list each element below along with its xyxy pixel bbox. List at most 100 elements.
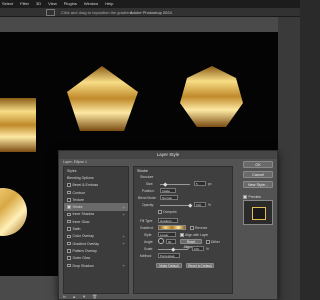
opacity-slider[interactable]: [160, 205, 190, 206]
scale-input[interactable]: 100: [192, 246, 204, 251]
add-effect-icon[interactable]: +: [123, 263, 125, 268]
up-arrow-icon[interactable]: ▲: [72, 294, 76, 299]
reverse-checkbox[interactable]: [190, 226, 194, 230]
effect-label: Color Overlay: [72, 234, 94, 239]
blend-mode-label: Blend Mode:: [138, 196, 157, 200]
layer-name: Layer: Ellipse 1: [63, 160, 87, 164]
effect-label: Satin: [72, 227, 81, 232]
heptagon-shape[interactable]: [180, 66, 243, 127]
effect-label: Drop Shadow: [72, 263, 94, 268]
effect-item-gradient-overlay[interactable]: Gradient Overlay +: [64, 240, 128, 247]
gradient-swatch[interactable]: [158, 225, 186, 230]
angle-input[interactable]: 90: [166, 239, 176, 244]
preview-swatch: [252, 207, 266, 220]
opacity-unit: %: [208, 203, 211, 207]
effect-item-stroke[interactable]: Stroke +: [64, 203, 128, 211]
effect-checkbox[interactable]: [67, 212, 71, 217]
scale-slider-knob[interactable]: [171, 247, 176, 252]
pentagon-shape[interactable]: [67, 66, 138, 131]
opacity-slider-knob[interactable]: [188, 203, 193, 208]
effect-item-inner-glow[interactable]: Inner Glow: [64, 218, 128, 225]
method-select[interactable]: Perceptual: [158, 253, 180, 258]
effect-checkbox[interactable]: [67, 241, 71, 246]
blend-mode-select[interactable]: Normal: [160, 195, 178, 200]
angle-dial[interactable]: [158, 238, 164, 244]
effect-label: Inner Shadow: [72, 212, 95, 217]
effect-checkbox[interactable]: [67, 205, 71, 209]
gradient-label: Gradient:: [140, 226, 154, 230]
scale-unit: %: [206, 247, 209, 251]
overprint-checkbox[interactable]: [158, 210, 162, 214]
effect-item-color-overlay[interactable]: Color Overlay +: [64, 233, 128, 240]
effect-checkbox[interactable]: [67, 234, 71, 239]
stroke-section-title: Stroke: [137, 169, 148, 173]
effect-checkbox[interactable]: [67, 219, 71, 224]
styles-list: Styles Blending Options Bevel & Emboss Co…: [63, 166, 129, 294]
size-input[interactable]: 5: [194, 181, 206, 186]
effect-label: Outer Glow: [72, 256, 91, 261]
effect-label: Bevel & Emboss: [72, 183, 99, 188]
size-slider-knob[interactable]: [163, 182, 168, 187]
effect-checkbox[interactable]: [67, 263, 71, 268]
preview-row: Preview: [243, 195, 261, 199]
fill-type-label: Fill Type:: [140, 219, 154, 223]
effect-item-pattern-overlay[interactable]: Pattern Overlay: [64, 247, 128, 254]
effect-item-contour[interactable]: Contour: [64, 189, 128, 196]
circle-shape[interactable]: [0, 188, 27, 236]
effect-item-texture[interactable]: Texture: [64, 196, 128, 203]
reset-alignment-button[interactable]: Reset Alignment: [180, 239, 202, 249]
add-effect-icon[interactable]: +: [123, 234, 125, 239]
effect-label: Pattern Overlay: [72, 248, 97, 253]
layer-style-dialog: Layer Style Layer: Ellipse 1 Styles Blen…: [58, 150, 278, 300]
effect-item-outer-glow[interactable]: Outer Glow: [64, 255, 128, 262]
effect-item-inner-shadow[interactable]: Inner Shadow +: [64, 211, 128, 218]
cancel-button[interactable]: Cancel: [243, 171, 273, 178]
position-label: Position:: [142, 189, 155, 193]
effect-label: Inner Glow: [72, 219, 90, 224]
preview-checkbox[interactable]: [243, 195, 247, 199]
reverse-label: Reverse: [195, 226, 208, 230]
overprint-label: Overprint: [163, 210, 177, 214]
align-with-layer-checkbox[interactable]: [180, 233, 184, 237]
size-label: Size:: [146, 182, 154, 186]
effect-label: Texture: [72, 197, 84, 202]
make-default-button[interactable]: Make Default: [156, 263, 182, 268]
fx-icon[interactable]: fx: [63, 294, 66, 299]
effect-item-satin[interactable]: Satin: [64, 225, 128, 232]
style-select[interactable]: Linear: [158, 232, 176, 237]
style-label: Style:: [144, 233, 153, 237]
trash-icon[interactable]: 🗑: [92, 294, 97, 299]
effect-item-bevel-emboss[interactable]: Bevel & Emboss: [64, 182, 128, 189]
opacity-input[interactable]: 100: [194, 202, 206, 207]
blending-options[interactable]: Blending Options: [64, 174, 128, 181]
add-effect-icon[interactable]: +: [123, 241, 125, 246]
add-effect-icon[interactable]: +: [123, 205, 125, 210]
effect-checkbox[interactable]: [67, 183, 71, 187]
effect-checkbox[interactable]: [67, 256, 71, 260]
stroke-settings: Stroke Structure Size: 5 px Position: In…: [133, 166, 233, 294]
add-effect-icon[interactable]: +: [123, 212, 125, 217]
rectangle-shape[interactable]: [0, 98, 36, 152]
effect-checkbox[interactable]: [67, 198, 71, 202]
angle-label: Angle:: [144, 240, 154, 244]
effect-checkbox[interactable]: [67, 190, 71, 195]
down-arrow-icon[interactable]: ▼: [82, 294, 86, 299]
effect-label: Contour: [72, 190, 85, 195]
style-preview-thumbnail: [243, 200, 273, 225]
opacity-label: Opacity:: [142, 203, 155, 207]
effect-checkbox[interactable]: [67, 249, 71, 253]
position-select[interactable]: Inside: [160, 188, 176, 193]
effect-label: Gradient Overlay: [72, 241, 99, 246]
dither-checkbox[interactable]: [206, 240, 210, 244]
ok-button[interactable]: OK: [243, 161, 273, 168]
effect-label: Stroke: [72, 205, 83, 210]
reset-to-default-button[interactable]: Reset to Default: [186, 263, 214, 268]
structure-title: Structure: [140, 175, 154, 179]
effect-item-drop-shadow[interactable]: Drop Shadow +: [64, 262, 128, 269]
fill-type-select[interactable]: Gradient: [158, 218, 178, 223]
preview-label: Preview: [248, 195, 261, 199]
scale-label: Scale:: [144, 247, 154, 251]
styles-header[interactable]: Styles: [64, 167, 128, 174]
effect-checkbox[interactable]: [67, 227, 71, 231]
new-style-button[interactable]: New Style...: [243, 181, 273, 188]
